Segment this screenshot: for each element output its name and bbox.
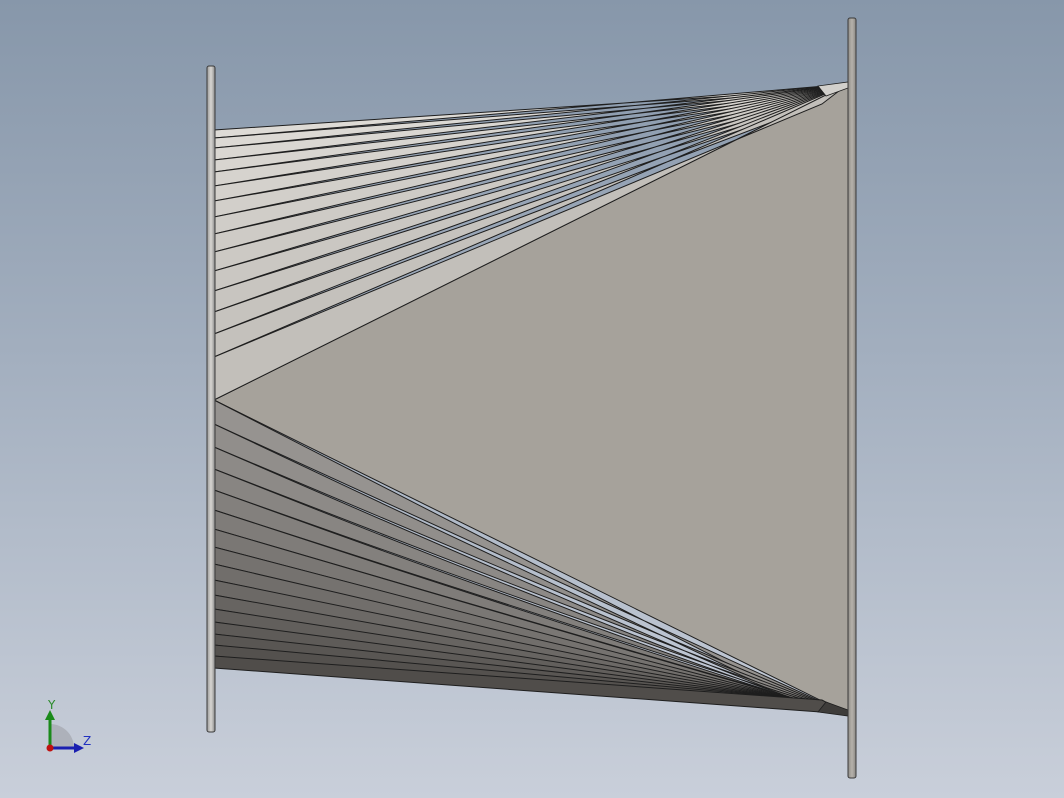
triad-shade [50,724,74,748]
cad-model[interactable] [0,0,1064,798]
axis-z-label: Z [83,734,92,748]
origin-dot-icon [46,744,54,752]
right-flange [847,17,857,779]
graphics-viewport[interactable]: Y Z [0,0,1064,798]
left-flange [206,65,216,733]
reference-triad: Y Z [38,696,98,756]
axis-y-label: Y [48,698,56,712]
